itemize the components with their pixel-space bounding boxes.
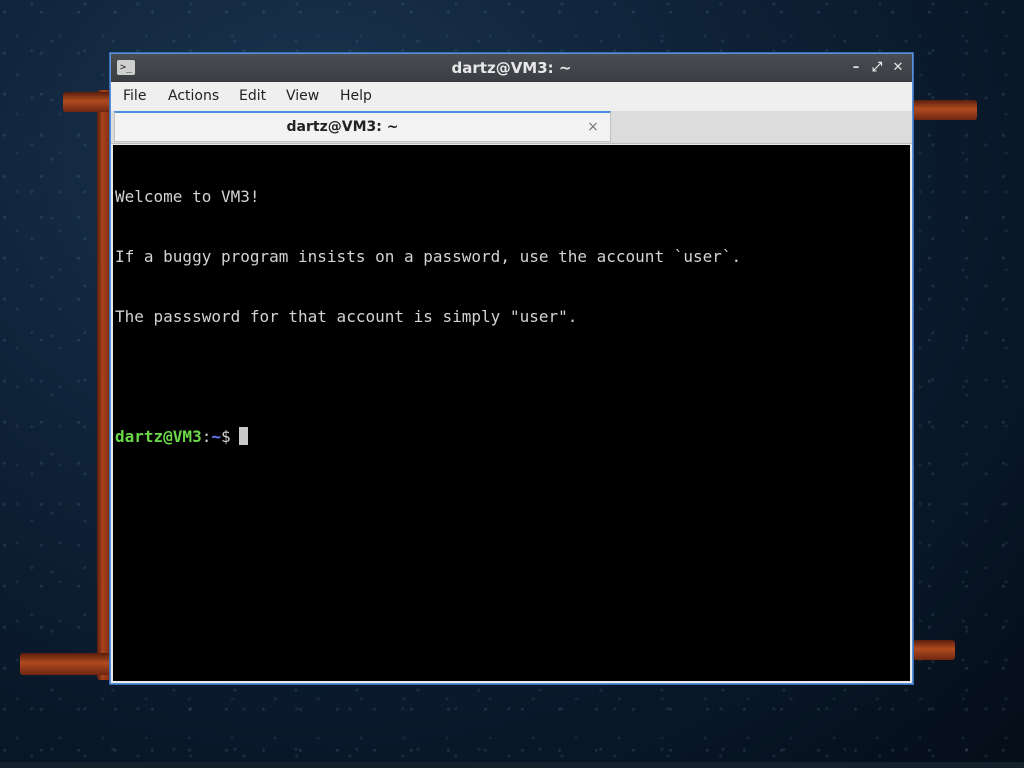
minimize-button[interactable]: – — [847, 59, 865, 77]
tab-terminal-session[interactable]: dartz@VM3: ~ × — [114, 111, 611, 142]
maximize-button[interactable]: ⤢ — [868, 59, 886, 77]
prompt-separator: : — [201, 427, 212, 446]
menu-actions[interactable]: Actions — [168, 82, 219, 111]
prompt-user-host: dartz@VM3 — [115, 427, 202, 446]
text-cursor — [238, 427, 248, 445]
shell-prompt[interactable]: dartz@VM3:~$ — [115, 427, 910, 447]
menu-view[interactable]: View — [286, 82, 319, 111]
window-titlebar[interactable]: >_ dartz@VM3: ~ – ⤢ ✕ — [111, 54, 912, 82]
menu-help[interactable]: Help — [340, 82, 372, 111]
terminal-line: If a buggy program insists on a password… — [115, 247, 742, 266]
wallpaper-bamboo-top-left — [63, 92, 111, 112]
wallpaper-bamboo-top-right — [913, 100, 977, 120]
tab-strip: dartz@VM3: ~ × — [111, 111, 912, 144]
terminal-output[interactable]: Welcome to VM3! If a buggy program insis… — [113, 145, 910, 681]
menu-file[interactable]: File — [123, 82, 146, 111]
tab-label: dartz@VM3: ~ — [286, 119, 399, 135]
terminal-line: The passsword for that account is simply… — [115, 307, 578, 326]
prompt-path: ~ — [211, 427, 221, 446]
menubar: File Actions Edit View Help — [111, 82, 912, 111]
tab-close-icon[interactable]: × — [584, 118, 602, 136]
wallpaper-bamboo-bottom-left — [20, 653, 111, 675]
wallpaper-bamboo-left — [97, 90, 111, 680]
menu-edit[interactable]: Edit — [239, 82, 266, 111]
terminal-window[interactable]: >_ dartz@VM3: ~ – ⤢ ✕ File Actions Edit … — [110, 53, 913, 684]
prompt-symbol: $ — [220, 427, 231, 446]
taskbar-strip — [0, 762, 1024, 768]
terminal-line: Welcome to VM3! — [115, 187, 260, 206]
window-title: dartz@VM3: ~ — [451, 59, 572, 77]
wallpaper-bamboo-bottom-right — [913, 640, 955, 660]
close-button[interactable]: ✕ — [889, 59, 907, 77]
